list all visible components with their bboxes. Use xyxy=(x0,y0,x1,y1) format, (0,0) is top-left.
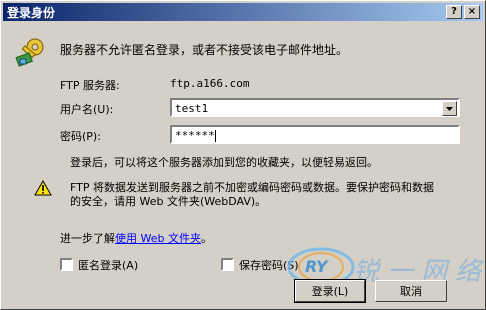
error-message: 服务器不允许匿名登录，或者不接受该电子邮件地址。 xyxy=(60,43,349,57)
learn-more-suffix: 。 xyxy=(200,232,212,245)
password-value: ****** xyxy=(175,129,215,142)
key-icon xyxy=(15,37,45,69)
anonymous-login-checkbox[interactable] xyxy=(60,258,73,271)
login-dialog: 登录身份 ? × 服务器不允许匿名登录，或者不接受该电子邮件地址。 FTP 服务… xyxy=(0,0,486,310)
password-label: 密码(P): xyxy=(60,130,101,143)
text-cursor xyxy=(214,130,216,142)
learn-more-text: 进一步了解使用 Web 文件夹。 xyxy=(60,230,212,246)
help-button[interactable]: ? xyxy=(446,5,462,19)
login-button[interactable]: 登录(L) xyxy=(294,279,366,303)
warning-icon xyxy=(34,179,52,196)
after-login-info: 登录后，可以将这个服务器添加到您的收藏夹，以便轻易返回。 xyxy=(70,156,378,169)
username-value: test1 xyxy=(175,102,209,115)
close-button[interactable]: × xyxy=(464,5,480,19)
learn-more-prefix: 进一步了解 xyxy=(60,232,115,245)
title-bar: 登录身份 ? × xyxy=(3,3,483,21)
chevron-down-icon xyxy=(446,106,453,111)
anonymous-login-label[interactable]: 匿名登录(A) xyxy=(78,257,138,273)
dialog-title: 登录身份 xyxy=(7,5,56,20)
watermark-logo-text: RY xyxy=(305,257,328,276)
save-password-checkbox[interactable] xyxy=(221,258,234,271)
ftp-server-value: ftp.a166.com xyxy=(170,77,250,90)
username-combobox[interactable]: test1 xyxy=(170,98,460,117)
cancel-button[interactable]: 取消 xyxy=(375,280,447,302)
password-field[interactable]: ****** xyxy=(170,125,460,144)
username-label: 用户名(U): xyxy=(60,103,114,116)
web-folder-link[interactable]: 使用 Web 文件夹 xyxy=(115,232,201,245)
dropdown-button[interactable] xyxy=(442,101,457,116)
ftp-server-label: FTP 服务器: xyxy=(60,79,120,92)
warning-line-2: 的安全，请用 Web 文件夹(WebDAV)。 xyxy=(70,195,267,208)
